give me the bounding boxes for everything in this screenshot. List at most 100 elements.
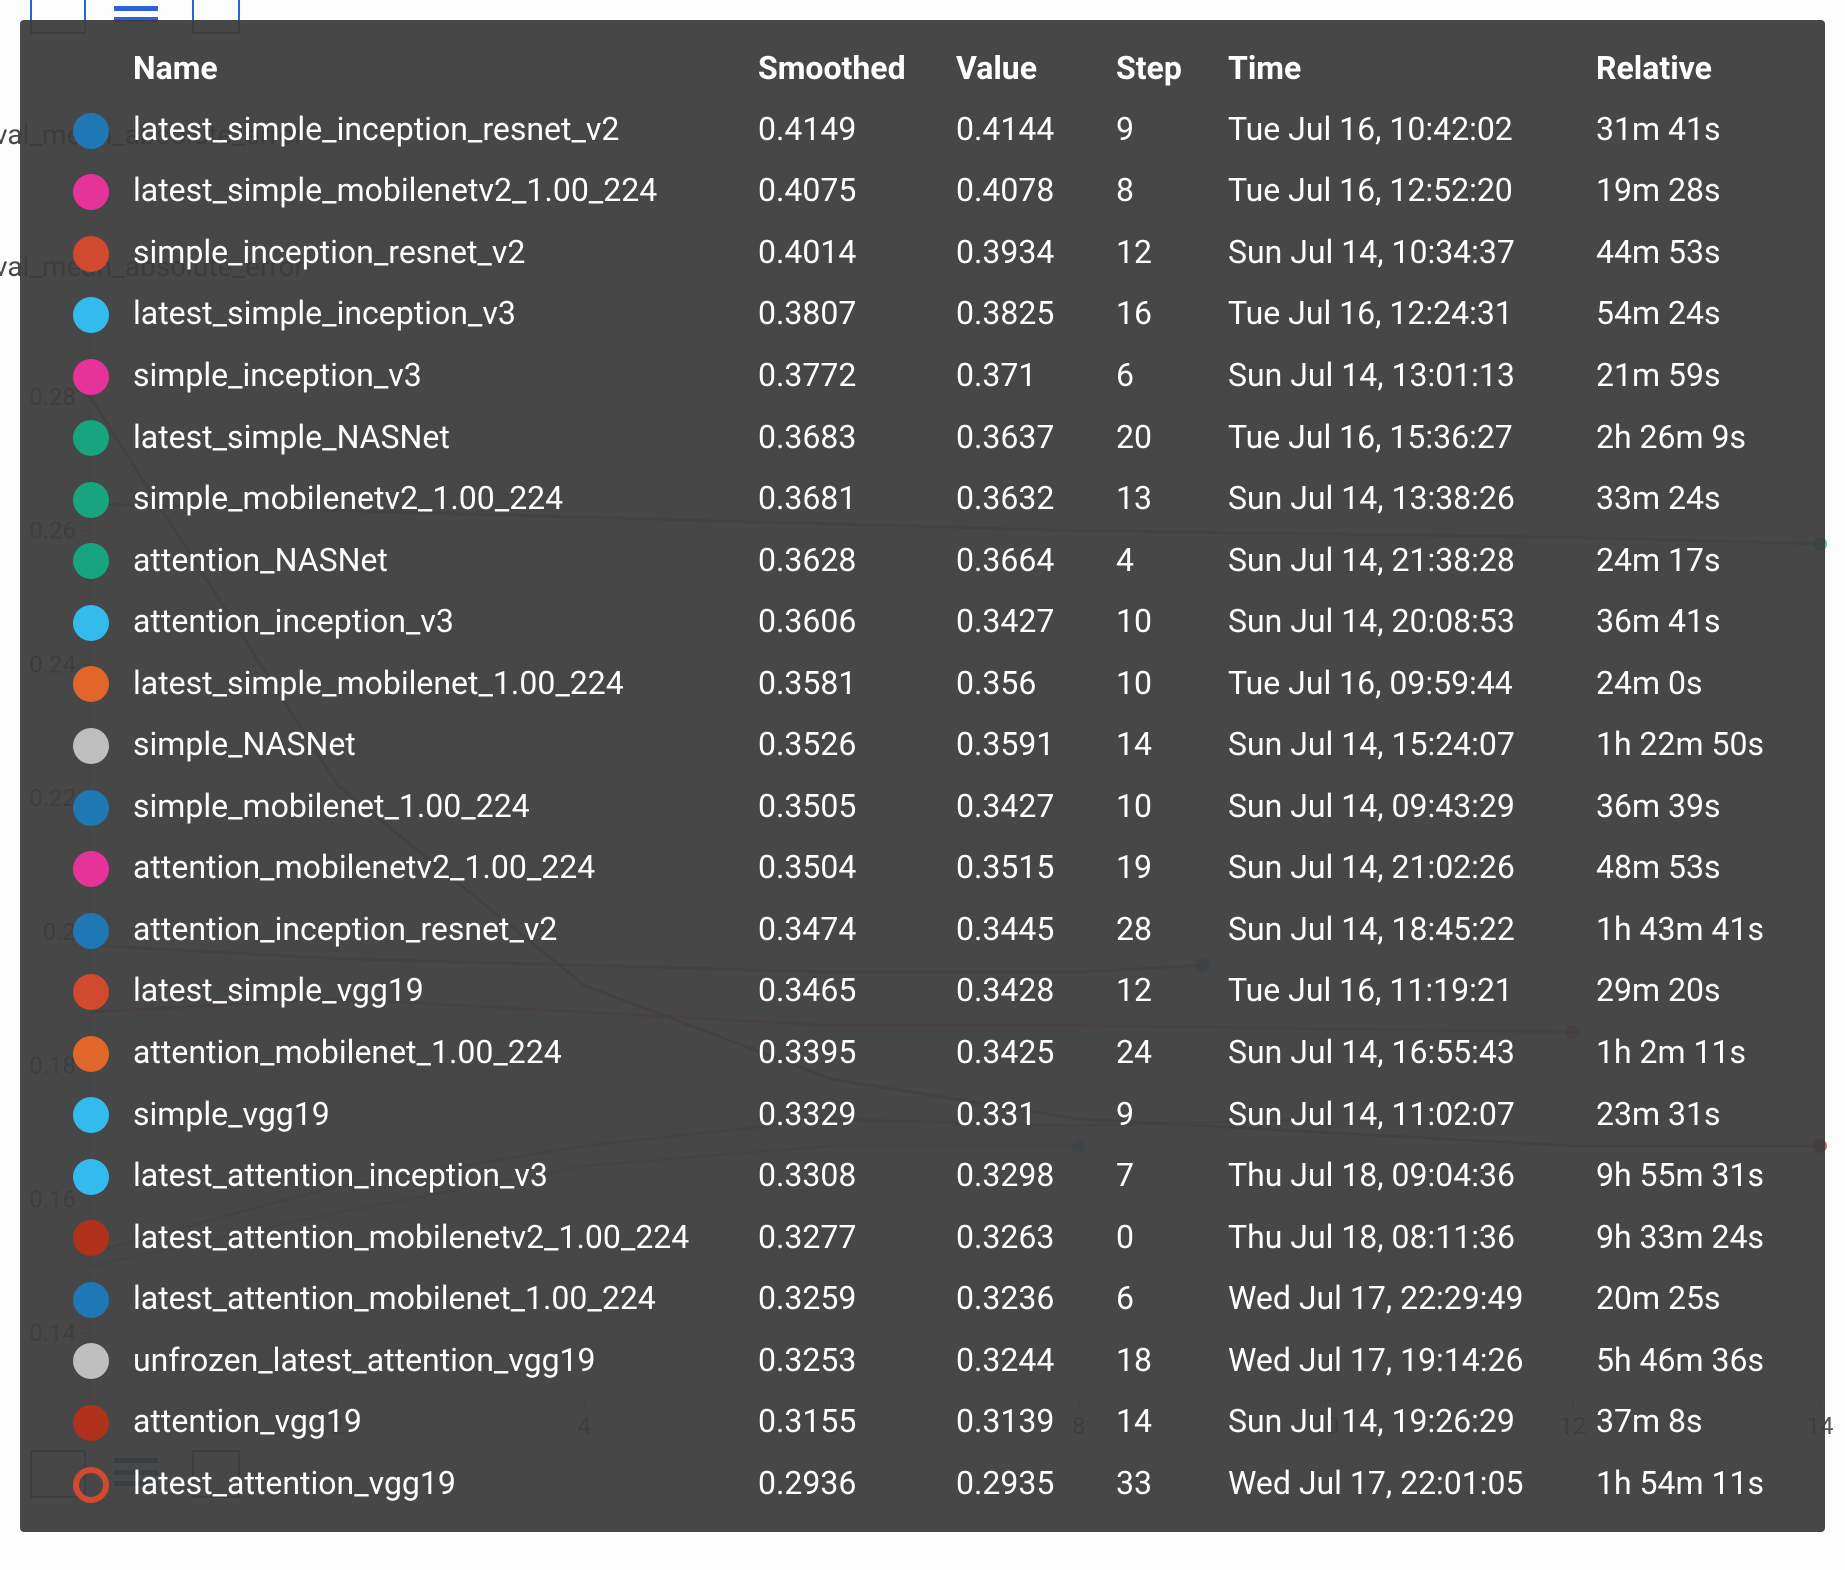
run-smoothed: 0.3606 xyxy=(750,590,948,652)
run-color-swatch xyxy=(73,1405,109,1441)
run-swatch-cell xyxy=(20,406,125,468)
run-swatch-cell xyxy=(20,283,125,345)
run-relative: 37m 8s xyxy=(1588,1390,1825,1452)
run-time: Tue Jul 16, 15:36:27 xyxy=(1220,406,1588,468)
run-time: Sun Jul 14, 10:34:37 xyxy=(1220,221,1588,283)
run-color-swatch xyxy=(73,482,109,518)
run-swatch-cell xyxy=(20,467,125,529)
run-value: 0.3591 xyxy=(948,713,1108,775)
run-smoothed: 0.4149 xyxy=(750,98,948,160)
col-header-name[interactable]: Name xyxy=(125,38,750,98)
run-time: Sun Jul 14, 18:45:22 xyxy=(1220,898,1588,960)
table-row[interactable]: latest_simple_NASNet0.36830.363720Tue Ju… xyxy=(20,406,1825,468)
col-header-time[interactable]: Time xyxy=(1220,38,1588,98)
table-row[interactable]: latest_attention_mobilenet_1.00_2240.325… xyxy=(20,1267,1825,1329)
run-swatch-cell xyxy=(20,1390,125,1452)
table-row[interactable]: latest_simple_mobilenet_1.00_2240.35810.… xyxy=(20,652,1825,714)
col-header-smoothed[interactable]: Smoothed xyxy=(750,38,948,98)
run-smoothed: 0.3253 xyxy=(750,1329,948,1391)
table-row[interactable]: latest_attention_mobilenetv2_1.00_2240.3… xyxy=(20,1206,1825,1268)
run-relative: 1h 2m 11s xyxy=(1588,1021,1825,1083)
table-row[interactable]: simple_mobilenet_1.00_2240.35050.342710S… xyxy=(20,775,1825,837)
run-step: 6 xyxy=(1108,344,1220,406)
run-step: 13 xyxy=(1108,467,1220,529)
run-value: 0.4078 xyxy=(948,160,1108,222)
run-swatch-cell xyxy=(20,344,125,406)
run-swatch-cell xyxy=(20,590,125,652)
run-name: latest_simple_mobilenetv2_1.00_224 xyxy=(125,160,750,222)
run-name: latest_simple_inception_resnet_v2 xyxy=(125,98,750,160)
col-header-step[interactable]: Step xyxy=(1108,38,1220,98)
run-relative: 31m 41s xyxy=(1588,98,1825,160)
run-name: latest_simple_inception_v3 xyxy=(125,283,750,345)
run-relative: 48m 53s xyxy=(1588,837,1825,899)
run-swatch-cell xyxy=(20,713,125,775)
run-relative: 54m 24s xyxy=(1588,283,1825,345)
table-row[interactable]: latest_simple_inception_v30.38070.382516… xyxy=(20,283,1825,345)
table-row[interactable]: latest_attention_inception_v30.33080.329… xyxy=(20,1144,1825,1206)
run-relative: 9h 33m 24s xyxy=(1588,1206,1825,1268)
run-time: Sun Jul 14, 15:24:07 xyxy=(1220,713,1588,775)
table-row[interactable]: attention_vgg190.31550.313914Sun Jul 14,… xyxy=(20,1390,1825,1452)
run-swatch-cell xyxy=(20,221,125,283)
run-name: attention_inception_resnet_v2 xyxy=(125,898,750,960)
table-row[interactable]: attention_inception_resnet_v20.34740.344… xyxy=(20,898,1825,960)
run-value: 0.3428 xyxy=(948,960,1108,1022)
run-time: Sun Jul 14, 20:08:53 xyxy=(1220,590,1588,652)
table-row[interactable]: simple_mobilenetv2_1.00_2240.36810.36321… xyxy=(20,467,1825,529)
run-color-swatch xyxy=(73,1036,109,1072)
table-row[interactable]: latest_simple_mobilenetv2_1.00_2240.4075… xyxy=(20,160,1825,222)
run-smoothed: 0.4075 xyxy=(750,160,948,222)
table-row[interactable]: latest_simple_vgg190.34650.342812Tue Jul… xyxy=(20,960,1825,1022)
run-color-swatch xyxy=(73,728,109,764)
run-relative: 9h 55m 31s xyxy=(1588,1144,1825,1206)
run-time: Tue Jul 16, 10:42:02 xyxy=(1220,98,1588,160)
run-color-swatch xyxy=(73,1220,109,1256)
run-value: 0.356 xyxy=(948,652,1108,714)
run-step: 12 xyxy=(1108,221,1220,283)
table-row[interactable]: latest_attention_vgg190.29360.293533Wed … xyxy=(20,1452,1825,1514)
run-color-swatch xyxy=(73,851,109,887)
table-row[interactable]: simple_vgg190.33290.3319Sun Jul 14, 11:0… xyxy=(20,1083,1825,1145)
table-row[interactable]: simple_inception_resnet_v20.40140.393412… xyxy=(20,221,1825,283)
run-value: 0.3425 xyxy=(948,1021,1108,1083)
run-smoothed: 0.3308 xyxy=(750,1144,948,1206)
run-value: 0.2935 xyxy=(948,1452,1108,1514)
run-swatch-cell xyxy=(20,1083,125,1145)
run-relative: 29m 20s xyxy=(1588,960,1825,1022)
run-time: Wed Jul 17, 22:29:49 xyxy=(1220,1267,1588,1329)
run-name: simple_inception_v3 xyxy=(125,344,750,406)
col-header-value[interactable]: Value xyxy=(948,38,1108,98)
run-time: Sun Jul 14, 21:38:28 xyxy=(1220,529,1588,591)
run-name: latest_simple_vgg19 xyxy=(125,960,750,1022)
run-smoothed: 0.3259 xyxy=(750,1267,948,1329)
run-name: latest_attention_mobilenetv2_1.00_224 xyxy=(125,1206,750,1268)
run-color-swatch xyxy=(73,1343,109,1379)
run-color-swatch xyxy=(73,236,109,272)
table-row[interactable]: latest_simple_inception_resnet_v20.41490… xyxy=(20,98,1825,160)
run-time: Sun Jul 14, 19:26:29 xyxy=(1220,1390,1588,1452)
table-row[interactable]: unfrozen_latest_attention_vgg190.32530.3… xyxy=(20,1329,1825,1391)
run-value: 0.3515 xyxy=(948,837,1108,899)
run-color-swatch xyxy=(73,790,109,826)
run-color-swatch xyxy=(73,1159,109,1195)
runs-table-header-row: Name Smoothed Value Step Time Relative xyxy=(20,38,1825,98)
run-relative: 24m 17s xyxy=(1588,529,1825,591)
run-swatch-cell xyxy=(20,652,125,714)
run-swatch-cell xyxy=(20,1267,125,1329)
run-relative: 19m 28s xyxy=(1588,160,1825,222)
run-swatch-cell xyxy=(20,1206,125,1268)
table-row[interactable]: attention_mobilenet_1.00_2240.33950.3425… xyxy=(20,1021,1825,1083)
table-row[interactable]: simple_NASNet0.35260.359114Sun Jul 14, 1… xyxy=(20,713,1825,775)
run-relative: 36m 41s xyxy=(1588,590,1825,652)
table-row[interactable]: attention_NASNet0.36280.36644Sun Jul 14,… xyxy=(20,529,1825,591)
run-swatch-cell xyxy=(20,1452,125,1514)
run-time: Sun Jul 14, 13:38:26 xyxy=(1220,467,1588,529)
col-header-relative[interactable]: Relative xyxy=(1588,38,1825,98)
run-value: 0.3298 xyxy=(948,1144,1108,1206)
run-step: 9 xyxy=(1108,98,1220,160)
table-row[interactable]: simple_inception_v30.37720.3716Sun Jul 1… xyxy=(20,344,1825,406)
run-name: simple_inception_resnet_v2 xyxy=(125,221,750,283)
table-row[interactable]: attention_mobilenetv2_1.00_2240.35040.35… xyxy=(20,837,1825,899)
table-row[interactable]: attention_inception_v30.36060.342710Sun … xyxy=(20,590,1825,652)
